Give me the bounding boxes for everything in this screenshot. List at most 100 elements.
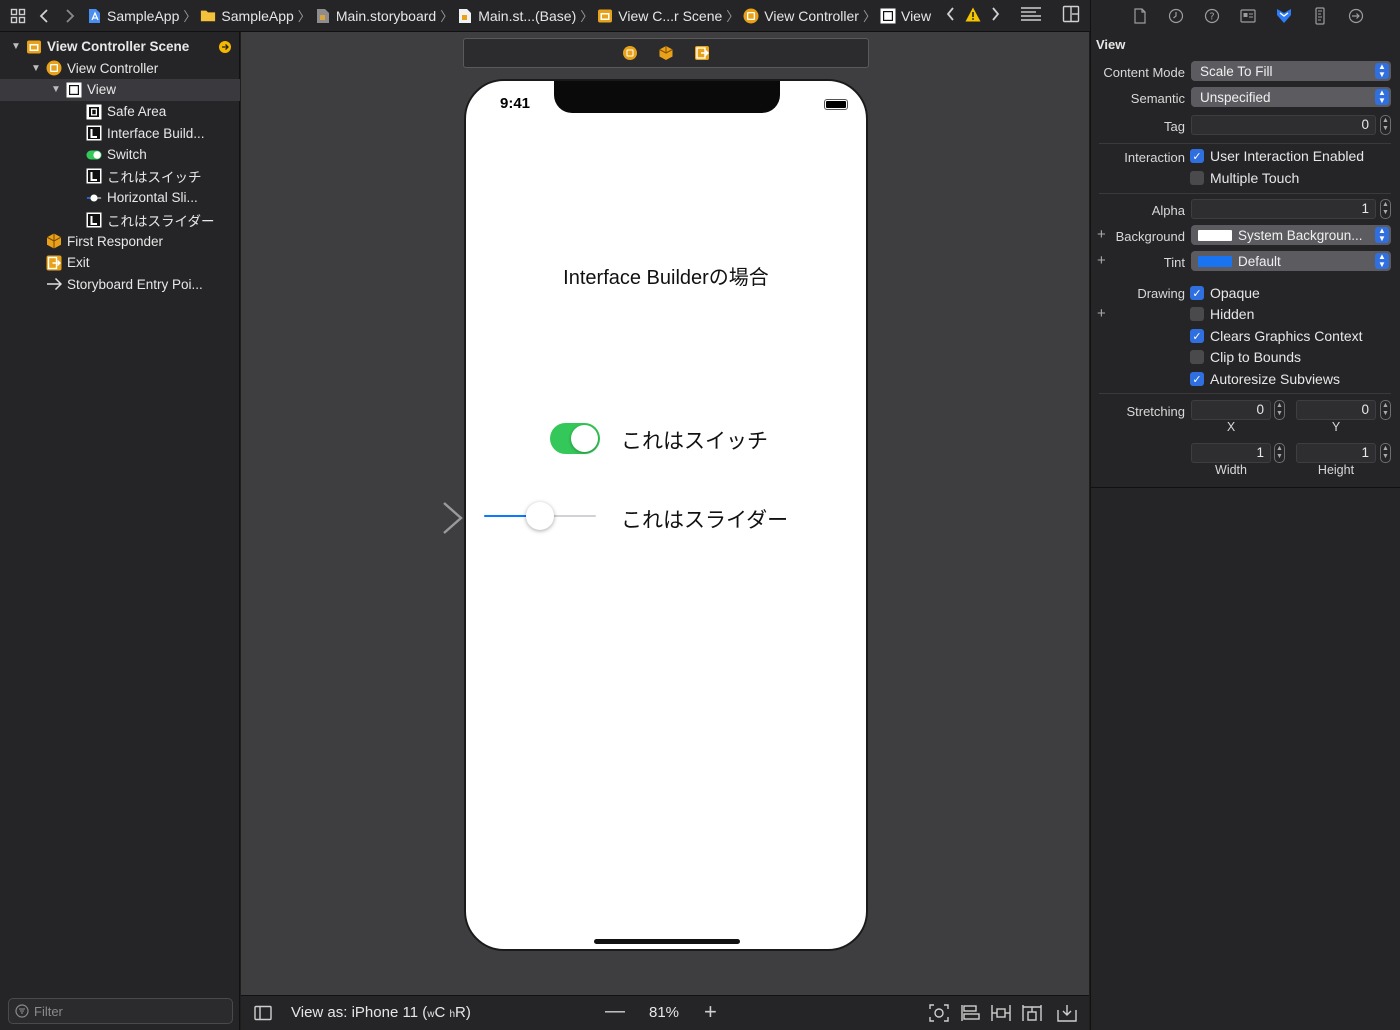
- back-chevron-icon[interactable]: [34, 5, 54, 27]
- breadcrumb-item[interactable]: View: [880, 8, 931, 24]
- outline-item[interactable]: First Responder: [0, 230, 240, 252]
- clears-graphics-checkbox[interactable]: ✓: [1190, 329, 1204, 343]
- stretch-height-stepper[interactable]: ▲ ▼: [1380, 443, 1391, 463]
- breadcrumb-separator-icon: 〉: [726, 9, 740, 24]
- breadcrumb-item[interactable]: SampleApp: [86, 8, 179, 24]
- view-controller-icon[interactable]: [622, 45, 638, 61]
- outline-item[interactable]: これはスライダー: [0, 209, 240, 231]
- disclosure-triangle-icon[interactable]: ▼: [31, 63, 41, 74]
- help-inspector-icon[interactable]: ?: [1201, 5, 1223, 27]
- scene-icon: [597, 8, 613, 24]
- breadcrumb-separator-icon: 〉: [297, 9, 311, 24]
- multiple-touch-checkbox[interactable]: [1190, 171, 1204, 185]
- stretch-x-field[interactable]: 0: [1191, 400, 1271, 420]
- horizontal-slider[interactable]: [484, 502, 596, 530]
- toggle-outline-icon[interactable]: [254, 1005, 272, 1024]
- breadcrumb-item[interactable]: View C...r Scene: [597, 8, 722, 24]
- clip-bounds-checkbox[interactable]: [1190, 350, 1204, 364]
- previous-issue-chevron-icon[interactable]: [946, 7, 955, 24]
- alpha-stepper[interactable]: ▲ ▼: [1380, 199, 1391, 219]
- breadcrumb-label: View: [900, 7, 932, 24]
- stretch-y-stepper[interactable]: ▲ ▼: [1380, 400, 1391, 420]
- file-inspector-icon[interactable]: [1129, 5, 1151, 27]
- warning-icon[interactable]: [965, 7, 981, 25]
- disclosure-triangle-icon[interactable]: ▼: [11, 41, 21, 52]
- page-title-label[interactable]: Interface Builderの場合: [466, 261, 866, 290]
- breadcrumb-label: SampleApp: [107, 7, 180, 24]
- zoom-in-icon[interactable]: +: [704, 999, 717, 1025]
- tint-popup[interactable]: Default ▲ ▼: [1191, 251, 1391, 271]
- slider-thumb[interactable]: [526, 502, 554, 530]
- breadcrumb-item[interactable]: View Controller: [743, 8, 859, 24]
- stack-icon[interactable]: [960, 1004, 980, 1025]
- zoom-out-icon[interactable]: —: [605, 1000, 625, 1023]
- tag-field[interactable]: 0: [1191, 115, 1376, 135]
- breadcrumb-item[interactable]: Main.storyboard: [315, 8, 436, 24]
- disclosure-triangle-icon[interactable]: ▼: [51, 84, 61, 95]
- stretch-width-stepper[interactable]: ▲ ▼: [1274, 443, 1285, 463]
- next-issue-chevron-icon[interactable]: [991, 7, 1000, 24]
- breadcrumb-item[interactable]: SampleApp: [200, 8, 294, 24]
- attributes-inspector: ? View Content Mode Scale To Fill ▲ ▼ Sema…: [1090, 0, 1400, 1030]
- add-editor-icon[interactable]: [1062, 5, 1080, 26]
- first-responder-icon[interactable]: [658, 45, 674, 61]
- outline-item[interactable]: Safe Area: [0, 101, 240, 123]
- background-popup[interactable]: System Backgroun... ▲ ▼: [1191, 225, 1391, 245]
- alpha-field[interactable]: 1: [1191, 199, 1376, 219]
- resolve-issues-icon[interactable]: [1057, 1004, 1077, 1025]
- opaque-checkbox[interactable]: ✓: [1190, 286, 1204, 300]
- forward-chevron-icon[interactable]: [60, 5, 80, 27]
- semantic-popup[interactable]: Unspecified ▲ ▼: [1191, 87, 1391, 107]
- align-icon[interactable]: [991, 1004, 1011, 1025]
- popup-arrows-icon: ▲ ▼: [1375, 253, 1389, 269]
- connections-inspector-icon[interactable]: [1345, 5, 1367, 27]
- autoresize-checkbox[interactable]: ✓: [1190, 372, 1204, 386]
- slider-icon: [86, 190, 102, 206]
- outline-item[interactable]: Exit: [0, 252, 240, 274]
- outline-tree: ▼ View Controller Scene ▼ View Controller ▼ V…: [0, 36, 240, 295]
- device-config-button[interactable]: View as: iPhone 11 (wC hR): [291, 1004, 471, 1021]
- document-items-icon[interactable]: [1020, 6, 1042, 25]
- hidden-checkbox[interactable]: [1190, 307, 1204, 321]
- slider-label[interactable]: これはスライダー: [621, 504, 788, 534]
- add-hidden-variation-icon[interactable]: +: [1097, 305, 1106, 322]
- entry-point-arrow-icon[interactable]: [368, 498, 463, 538]
- stretch-height-field[interactable]: 1: [1296, 443, 1376, 463]
- stretch-y-field[interactable]: 0: [1296, 400, 1376, 420]
- outline-item[interactable]: ▼ View Controller: [0, 58, 240, 80]
- outline-item[interactable]: Switch: [0, 144, 240, 166]
- outline-item[interactable]: これはスイッチ: [0, 166, 240, 188]
- home-indicator: [594, 939, 740, 944]
- history-inspector-icon[interactable]: [1165, 5, 1187, 27]
- filter-field[interactable]: Filter: [8, 998, 233, 1024]
- outline-item[interactable]: Horizontal Sli...: [0, 187, 240, 209]
- related-items-icon[interactable]: [8, 5, 28, 27]
- scene-nav-arrow-icon[interactable]: [219, 40, 231, 53]
- switch-label[interactable]: これはスイッチ: [621, 425, 768, 455]
- interaction-label: Interaction: [1124, 150, 1185, 165]
- breadcrumb-item[interactable]: Main.st...(Base): [457, 8, 576, 24]
- switch-control[interactable]: [550, 423, 600, 454]
- zoom-level: 81%: [649, 1004, 680, 1021]
- tint-value: Default: [1238, 253, 1281, 269]
- outline-item[interactable]: Interface Build...: [0, 122, 240, 144]
- identity-inspector-icon[interactable]: [1237, 5, 1259, 27]
- size-inspector-icon[interactable]: [1309, 5, 1331, 27]
- breadcrumb-separator-icon: 〉: [580, 9, 594, 24]
- update-frames-icon[interactable]: [929, 1004, 949, 1025]
- exit-icon[interactable]: [694, 45, 710, 61]
- stretch-x-stepper[interactable]: ▲ ▼: [1274, 400, 1285, 420]
- outline-item[interactable]: ▼ View: [0, 79, 240, 101]
- outline-item[interactable]: Storyboard Entry Poi...: [0, 274, 240, 296]
- outline-item-label: Switch: [107, 147, 147, 163]
- outline-item[interactable]: ▼ View Controller Scene: [0, 36, 240, 58]
- storyboard-canvas[interactable]: 9:41 Interface Builderの場合 これはスイッチ これはスライ…: [241, 32, 1089, 995]
- scene-dock: [463, 38, 869, 68]
- content-mode-popup[interactable]: Scale To Fill ▲ ▼: [1191, 61, 1391, 81]
- iphone-frame[interactable]: 9:41 Interface Builderの場合 これはスイッチ これはスライ…: [464, 79, 868, 951]
- add-constraints-icon[interactable]: [1022, 1004, 1042, 1025]
- tag-stepper[interactable]: ▲ ▼: [1380, 115, 1391, 135]
- attributes-inspector-icon[interactable]: [1273, 5, 1295, 27]
- stretch-width-field[interactable]: 1: [1191, 443, 1271, 463]
- user-interaction-checkbox[interactable]: ✓: [1190, 149, 1204, 163]
